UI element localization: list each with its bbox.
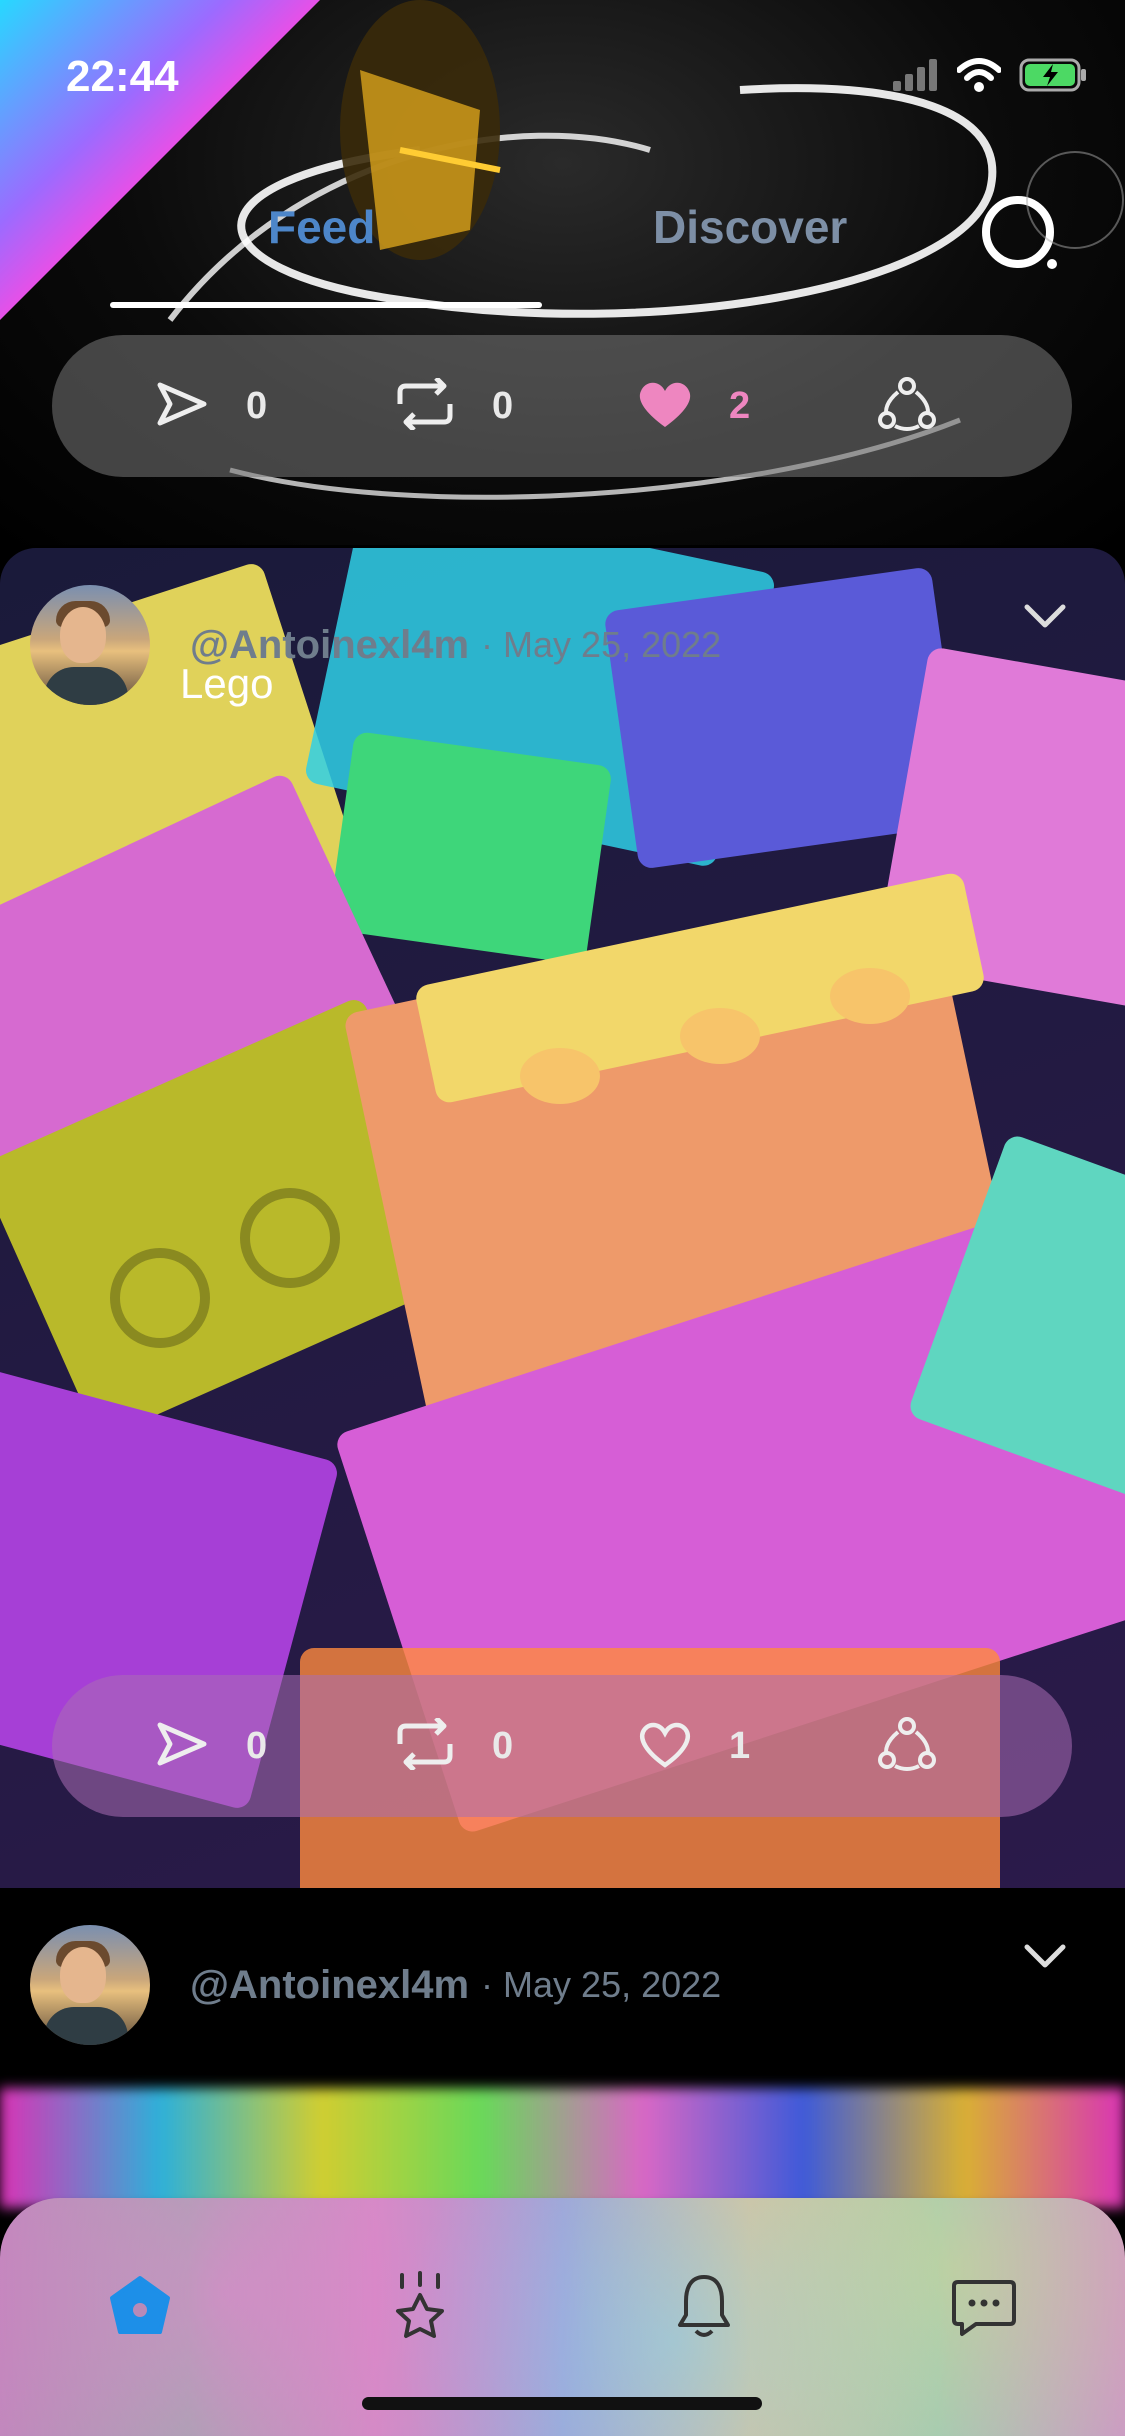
active-tab-indicator bbox=[110, 302, 542, 308]
post-username[interactable]: @Antoinexl4m bbox=[190, 1963, 469, 2008]
signal-icon bbox=[893, 59, 939, 96]
post-header: @Antoinexl4m · May 25, 2022 bbox=[30, 585, 721, 705]
repost-count: 0 bbox=[492, 384, 514, 427]
like-count: 1 bbox=[729, 1724, 751, 1767]
home-indicator[interactable] bbox=[362, 2397, 762, 2410]
send-icon bbox=[154, 1719, 210, 1774]
post-options-chevron-icon[interactable] bbox=[1023, 1943, 1067, 1974]
like-count: 2 bbox=[729, 384, 751, 427]
post-header: @Antoinexl4m · May 25, 2022 bbox=[30, 1925, 721, 2045]
post-action-bar: 0 0 2 bbox=[52, 335, 1072, 477]
home-icon bbox=[108, 2274, 172, 2343]
avatar[interactable] bbox=[30, 585, 150, 705]
nav-explore[interactable] bbox=[380, 2268, 460, 2348]
repost-icon bbox=[394, 1715, 456, 1775]
post-options-chevron-icon[interactable] bbox=[1023, 603, 1067, 634]
chat-icon bbox=[950, 2274, 1018, 2343]
post-date: · May 25, 2022 bbox=[481, 624, 722, 665]
nav-home[interactable] bbox=[100, 2268, 180, 2348]
send-icon bbox=[154, 379, 210, 434]
status-icons bbox=[893, 58, 1087, 97]
nav-messages[interactable] bbox=[944, 2268, 1024, 2348]
bell-icon bbox=[674, 2271, 734, 2346]
send-action[interactable]: 0 bbox=[154, 1719, 267, 1774]
heart-filled-icon bbox=[637, 379, 693, 434]
send-action[interactable]: 0 bbox=[154, 379, 267, 434]
battery-charging-icon bbox=[1019, 58, 1087, 97]
send-count: 0 bbox=[246, 1724, 268, 1767]
post-date: · May 25, 2022 bbox=[481, 1964, 722, 2005]
share-action[interactable] bbox=[878, 376, 936, 437]
nav-notifications[interactable] bbox=[664, 2268, 744, 2348]
like-action[interactable]: 1 bbox=[637, 1719, 750, 1774]
repost-action[interactable]: 0 bbox=[394, 375, 514, 435]
post-action-bar: 0 0 1 bbox=[52, 1675, 1072, 1817]
post-image-preview bbox=[0, 2088, 1125, 2208]
star-explore-icon bbox=[388, 2270, 452, 2346]
wifi-icon bbox=[956, 58, 1002, 97]
like-action[interactable]: 2 bbox=[637, 379, 750, 434]
repost-action[interactable]: 0 bbox=[394, 1715, 514, 1775]
repost-count: 0 bbox=[492, 1724, 514, 1767]
post-caption: Lego bbox=[180, 660, 274, 707]
share-icon bbox=[878, 1716, 936, 1777]
tab-discover[interactable]: Discover bbox=[653, 200, 847, 254]
avatar[interactable] bbox=[30, 1925, 150, 2045]
tab-feed[interactable]: Feed bbox=[268, 200, 375, 254]
status-time: 22:44 bbox=[66, 52, 179, 101]
feed-tabs: Feed Discover bbox=[0, 200, 1125, 310]
share-icon bbox=[878, 376, 936, 437]
send-count: 0 bbox=[246, 384, 268, 427]
heart-outline-icon bbox=[637, 1719, 693, 1774]
repost-icon bbox=[394, 375, 456, 435]
share-action[interactable] bbox=[878, 1716, 936, 1777]
